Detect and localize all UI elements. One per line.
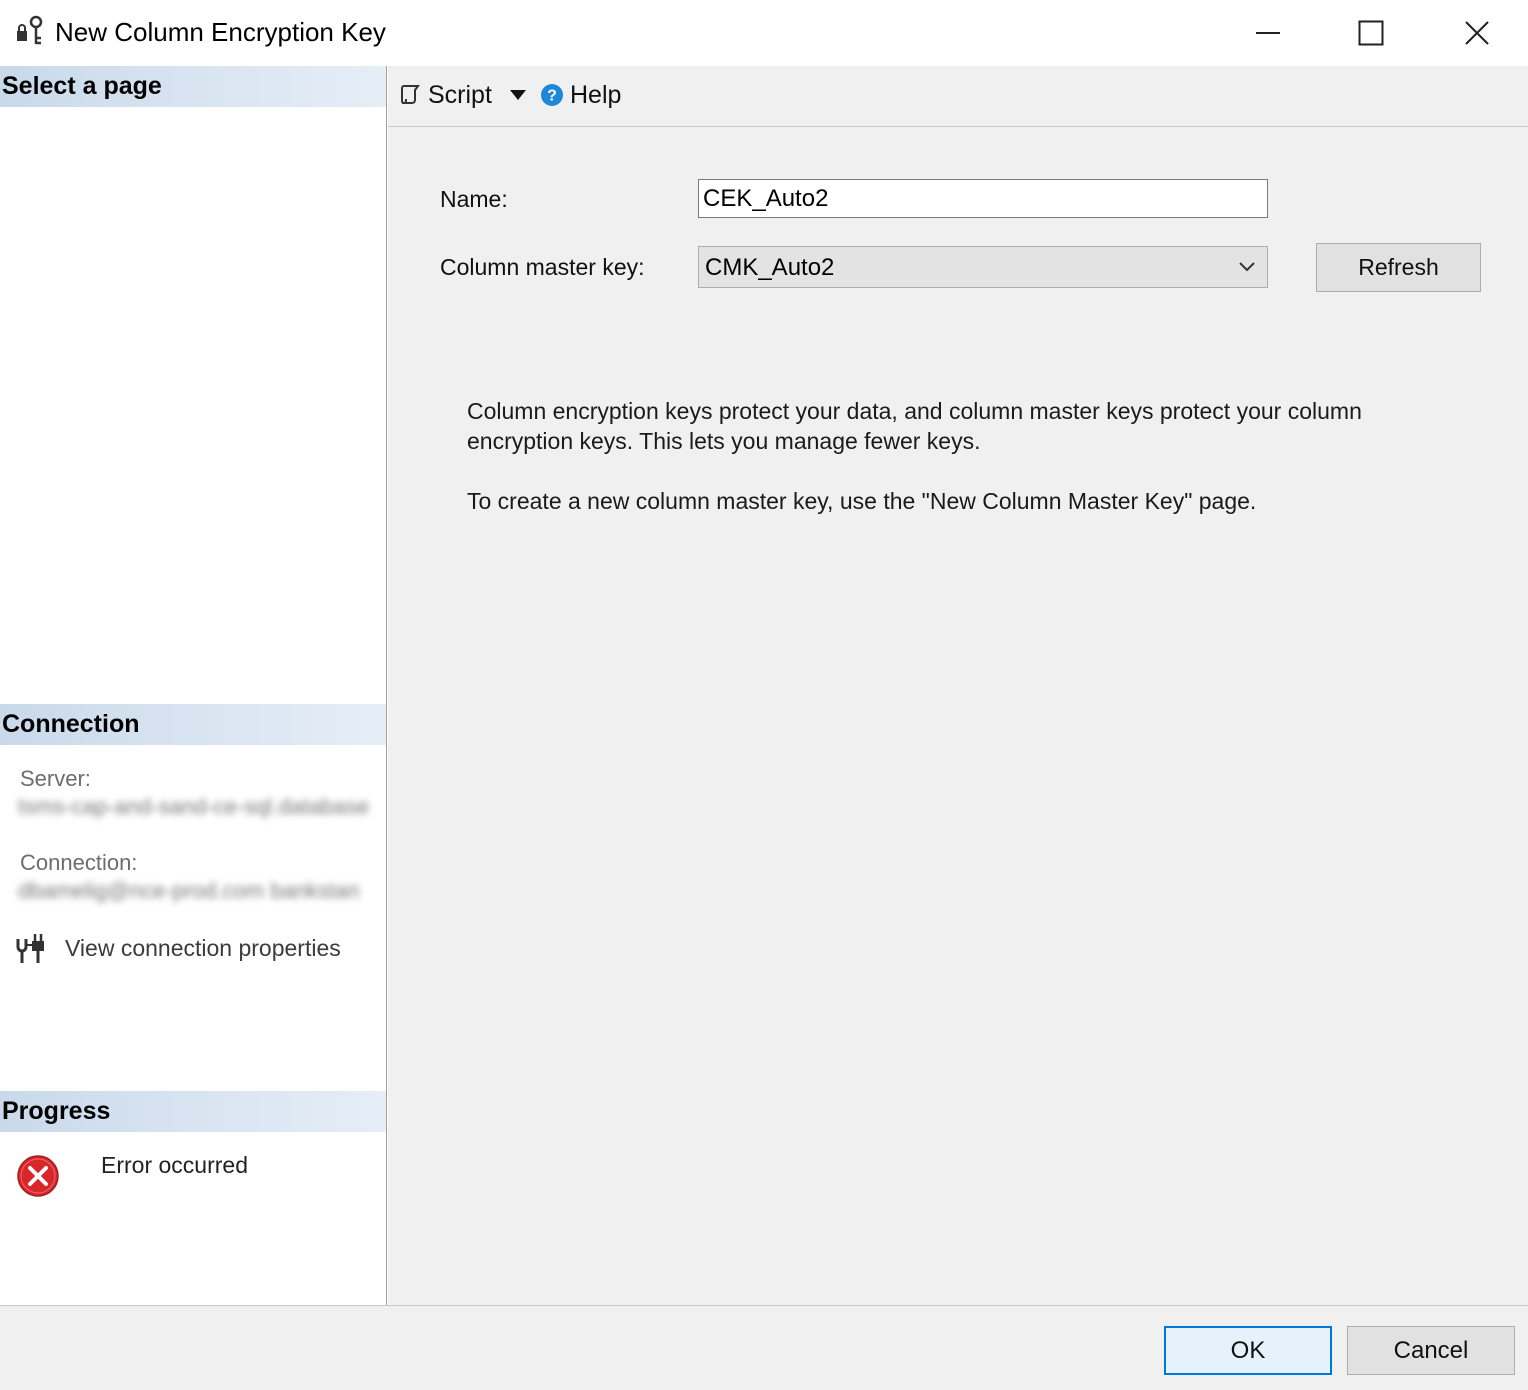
- column-master-key-select[interactable]: CMK_Auto2: [698, 246, 1268, 288]
- title-bar: New Column Encryption Key: [0, 0, 1528, 66]
- script-label: Script: [428, 80, 492, 109]
- ok-button[interactable]: OK: [1164, 1326, 1332, 1375]
- main-panel: Script ? Help Name: Column master key: C…: [388, 66, 1528, 1305]
- description-text: Column encryption keys protect your data…: [467, 398, 1362, 454]
- server-label: Server:: [20, 766, 91, 791]
- connection-value: dbamelig@nce-prod.com bankstan: [18, 878, 360, 903]
- minimize-button[interactable]: [1240, 10, 1296, 56]
- window-title: New Column Encryption Key: [55, 17, 386, 47]
- column-master-key-label: Column master key:: [440, 254, 645, 280]
- script-icon: [401, 85, 420, 104]
- view-connection-properties-label: View connection properties: [65, 934, 341, 961]
- server-value: tsms-cap-and-sand-ce-sql.database: [18, 794, 369, 819]
- help-icon: ?: [541, 84, 563, 106]
- triangle-down-icon: [510, 90, 526, 100]
- dialog-footer: OK Cancel: [0, 1305, 1528, 1390]
- view-connection-properties-link[interactable]: View connection properties: [14, 928, 374, 968]
- connection-label: Connection:: [20, 850, 138, 875]
- left-panel: Select a page Connection Server: tsms-ca…: [0, 66, 387, 1305]
- maximize-icon: [1358, 20, 1384, 46]
- maximize-button[interactable]: [1343, 10, 1399, 56]
- column-master-key-value: CMK_Auto2: [705, 254, 835, 281]
- refresh-button[interactable]: Refresh: [1316, 243, 1481, 292]
- close-icon: [1465, 21, 1489, 45]
- error-icon: [17, 1155, 59, 1197]
- name-label: Name:: [440, 186, 508, 212]
- progress-status-text: Error occurred: [101, 1152, 248, 1178]
- progress-status: Error occurred: [16, 1150, 376, 1200]
- script-button[interactable]: Script: [398, 76, 492, 114]
- connection-properties-icon: [16, 934, 44, 963]
- close-button[interactable]: [1449, 10, 1505, 56]
- script-dropdown-button[interactable]: [505, 80, 531, 110]
- help-button[interactable]: ? Help: [540, 76, 621, 114]
- toolbar: Script ? Help: [388, 66, 1528, 127]
- cancel-button[interactable]: Cancel: [1347, 1326, 1515, 1375]
- minimize-icon: [1256, 32, 1280, 34]
- dialog-window: New Column Encryption Key Select a page …: [0, 0, 1528, 1390]
- progress-heading: Progress: [0, 1091, 386, 1132]
- key-lock-icon: [17, 15, 43, 45]
- name-input[interactable]: [698, 179, 1268, 218]
- chevron-down-icon: [1239, 262, 1255, 272]
- help-label: Help: [570, 80, 622, 109]
- connection-heading: Connection: [0, 704, 386, 745]
- svg-text:?: ?: [547, 88, 557, 105]
- description-hint: To create a new column master key, use t…: [467, 488, 1257, 514]
- select-page-heading: Select a page: [0, 66, 386, 107]
